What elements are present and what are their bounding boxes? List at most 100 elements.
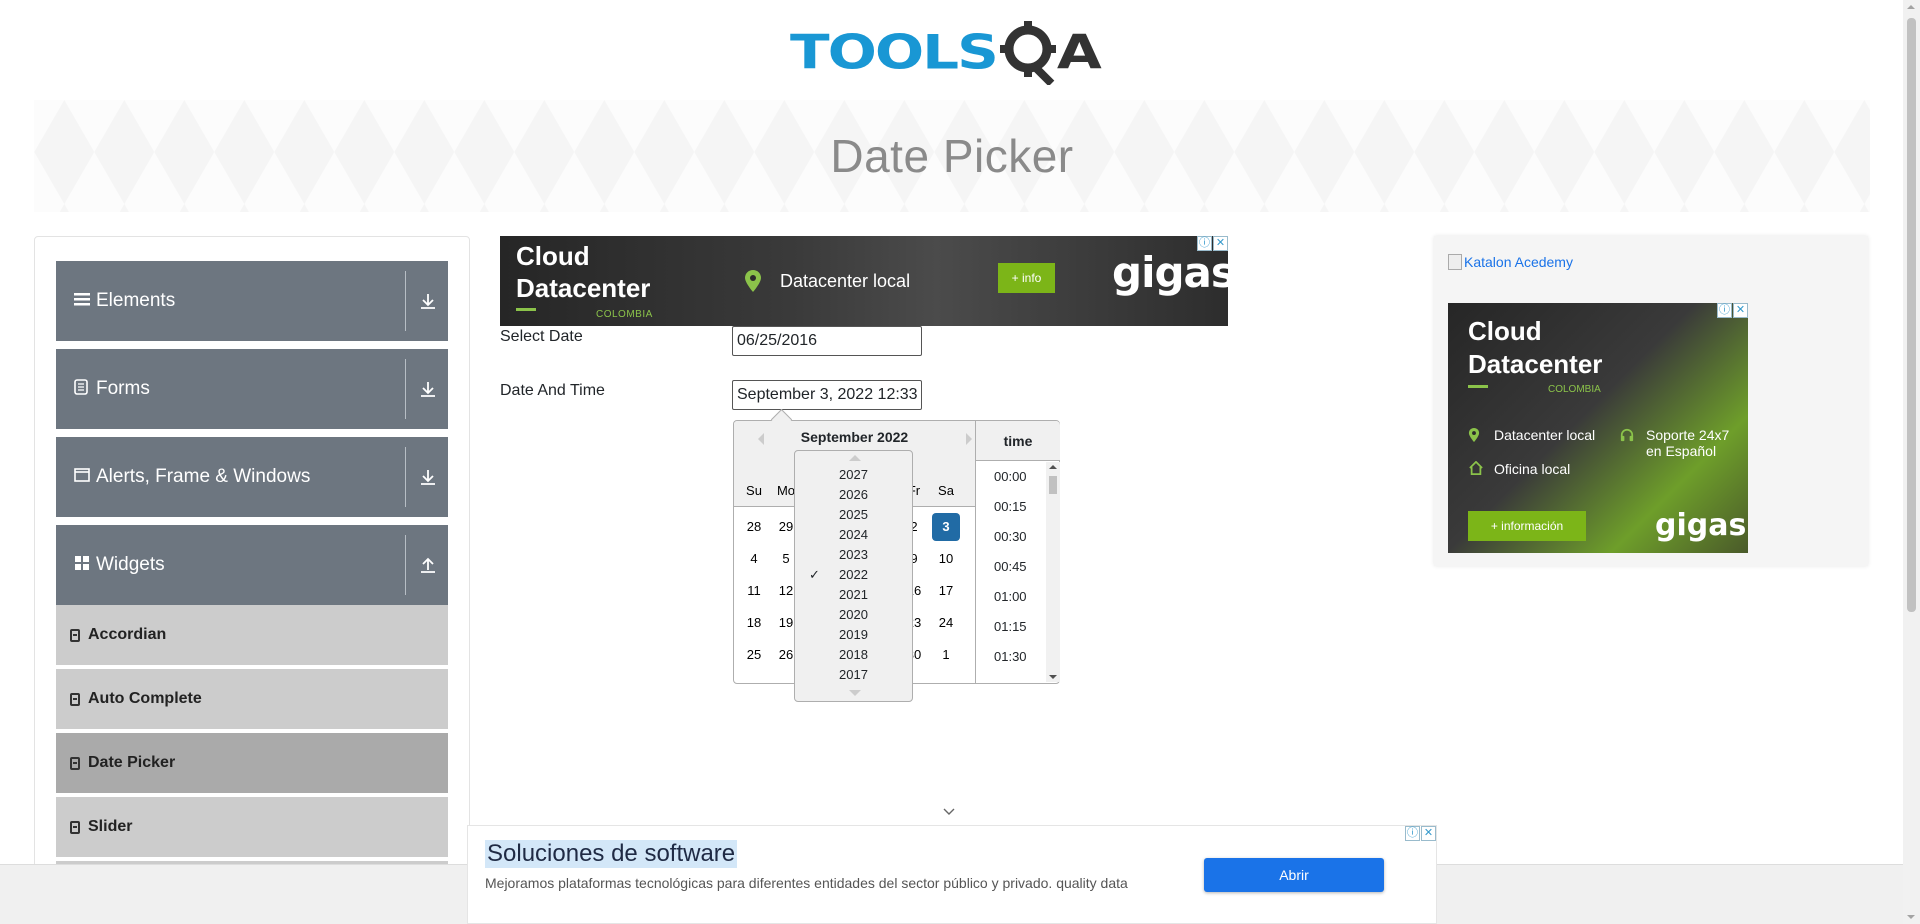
current-month: September 2022 <box>800 429 909 445</box>
download-arrow-icon[interactable] <box>418 465 438 489</box>
ad-close-icon[interactable]: ✕ <box>1421 826 1436 841</box>
calendar-day[interactable]: 1 <box>932 641 960 669</box>
scroll-up-icon[interactable] <box>1049 465 1057 469</box>
ad-feature-3: Oficina local <box>1494 461 1571 477</box>
location-pin-icon <box>1468 428 1480 442</box>
ad-subtitle: COLOMBIA <box>596 309 653 320</box>
year-option[interactable]: 2025 <box>795 505 912 525</box>
scroll-down-icon[interactable] <box>1907 915 1915 919</box>
year-up-icon[interactable] <box>849 455 861 461</box>
ad-info-icon[interactable]: ⓘ <box>1405 826 1420 841</box>
year-option[interactable]: 2018 <box>795 645 912 665</box>
year-option[interactable]: 2020 <box>795 605 912 625</box>
logo-a-text: A <box>1056 24 1102 80</box>
year-label: 2026 <box>839 487 868 502</box>
ad-headline-2: Datacenter <box>516 273 651 303</box>
sidebar-item-label: Slider <box>88 818 133 835</box>
scroll-thumb[interactable] <box>1907 18 1916 612</box>
calendar-day[interactable]: 10 <box>932 545 960 573</box>
ad-info-icon[interactable]: ⓘ <box>1717 303 1732 318</box>
sidebar-group-label: Forms <box>96 378 150 399</box>
year-label: 2020 <box>839 607 868 622</box>
scroll-thumb[interactable] <box>1049 476 1057 494</box>
sidebar-item-date-picker[interactable]: Date Picker <box>56 733 448 795</box>
calendar-day[interactable]: 17 <box>932 577 960 605</box>
scroll-up-icon[interactable] <box>1907 5 1915 9</box>
location-pin-icon <box>745 270 761 292</box>
sidebar-group-alerts[interactable]: Alerts, Frame & Windows <box>56 437 448 517</box>
calendar-day[interactable]: 28 <box>740 513 768 541</box>
download-arrow-icon[interactable] <box>418 377 438 401</box>
home-icon <box>1469 461 1483 475</box>
year-label: 2024 <box>839 527 868 542</box>
year-option[interactable]: 2023 <box>795 545 912 565</box>
open-button[interactable]: Abrir <box>1204 858 1384 892</box>
sidebar-group-label: Elements <box>96 290 176 311</box>
ad-feature: Datacenter local <box>780 271 911 291</box>
year-label: 2017 <box>839 667 868 682</box>
date-time-label: Date And Time <box>500 382 605 399</box>
year-dropdown[interactable]: 2027 2026 2025 2024 2023 ✓ 2022 2021 2020 2019 201… <box>794 450 913 702</box>
year-label: 2023 <box>839 547 868 562</box>
page-scrollbar[interactable] <box>1903 0 1920 924</box>
ad-info-button[interactable]: + información <box>1468 511 1586 541</box>
time-scrollbar[interactable] <box>1046 462 1060 682</box>
year-option[interactable]: 2024 <box>795 525 912 545</box>
ad-title[interactable]: Soluciones de software <box>485 840 738 868</box>
year-option[interactable]: 2021 <box>795 585 912 605</box>
year-down-icon[interactable] <box>849 690 861 696</box>
page-title: Date Picker <box>830 130 1074 182</box>
divider <box>405 271 406 331</box>
calendar-day[interactable]: 11 <box>740 577 768 605</box>
select-date-input[interactable]: 06/25/2016 <box>732 326 922 356</box>
ad-feature-2b: en Español <box>1646 443 1717 459</box>
toolsqa-logo[interactable]: TOOLS A <box>790 14 1102 90</box>
calendar-day[interactable]: 4 <box>740 545 768 573</box>
year-label: 2019 <box>839 627 868 642</box>
ad-banner-bottom[interactable]: Soluciones de software Mejoramos platafo… <box>467 825 1437 924</box>
hamburger-icon <box>74 292 90 311</box>
weekday-label: Sa <box>938 483 954 498</box>
scroll-down-icon[interactable] <box>1049 675 1057 679</box>
ad-choices[interactable]: ⓘ ✕ <box>1404 826 1436 841</box>
form-icon <box>74 378 90 400</box>
ad-choices[interactable]: ⓘ ✕ <box>1716 303 1748 318</box>
ad-banner-top[interactable]: Cloud Datacenter COLOMBIA Datacenter loc… <box>500 236 1228 326</box>
ad-banner-right[interactable]: Cloud Datacenter COLOMBIA Datacenter loc… <box>1448 303 1748 553</box>
download-arrow-icon[interactable] <box>418 289 438 313</box>
sidebar-group-label: Alerts, Frame & Windows <box>96 466 311 487</box>
sidebar-group-widgets[interactable]: Widgets <box>56 525 448 605</box>
ad-info-icon[interactable]: ⓘ <box>1197 236 1212 251</box>
date-time-input[interactable]: September 3, 2022 12:33 PM <box>732 380 922 410</box>
sidebar-item-slider[interactable]: Slider <box>56 797 448 859</box>
ad-info-button[interactable]: + info <box>998 263 1055 293</box>
katalon-ad-link[interactable]: Katalon Acedemy <box>1448 254 1573 270</box>
logo-tools-text: TOOLS <box>790 24 999 80</box>
ad-close-icon[interactable]: ✕ <box>1213 236 1228 251</box>
katalon-alt-text: Katalon Acedemy <box>1464 254 1573 270</box>
calendar-day[interactable]: 24 <box>932 609 960 637</box>
sidebar-item-accordian[interactable]: Accordian <box>56 605 448 667</box>
year-option[interactable]: 2026 <box>795 485 912 505</box>
calendar-day[interactable]: 25 <box>740 641 768 669</box>
grid-icon <box>74 555 90 576</box>
year-option[interactable]: ✓ 2022 <box>795 565 912 585</box>
chevron-down-icon[interactable] <box>943 806 955 818</box>
calendar-day[interactable]: 18 <box>740 609 768 637</box>
sidebar-group-elements[interactable]: Elements <box>56 261 448 341</box>
year-option[interactable]: 2027 <box>795 465 912 485</box>
ad-description: Mejoramos plataformas tecnológicas para … <box>485 875 1128 891</box>
ad-subtitle: COLOMBIA <box>1548 384 1601 395</box>
ad-choices[interactable]: ⓘ ✕ <box>1196 236 1228 251</box>
year-option[interactable]: 2017 <box>795 665 912 685</box>
upload-arrow-icon[interactable] <box>418 553 438 577</box>
magnifier-q-icon <box>999 21 1056 85</box>
ad-close-icon[interactable]: ✕ <box>1733 303 1748 318</box>
year-option[interactable]: 2019 <box>795 625 912 645</box>
item-icon <box>70 692 80 706</box>
sidebar-group-forms[interactable]: Forms <box>56 349 448 429</box>
sidebar-item-auto-complete[interactable]: Auto Complete <box>56 669 448 731</box>
calendar-day[interactable]: 3 <box>932 513 960 541</box>
ad-headline-2: Datacenter <box>1468 349 1603 379</box>
ad-brand: gigas <box>1112 248 1228 297</box>
